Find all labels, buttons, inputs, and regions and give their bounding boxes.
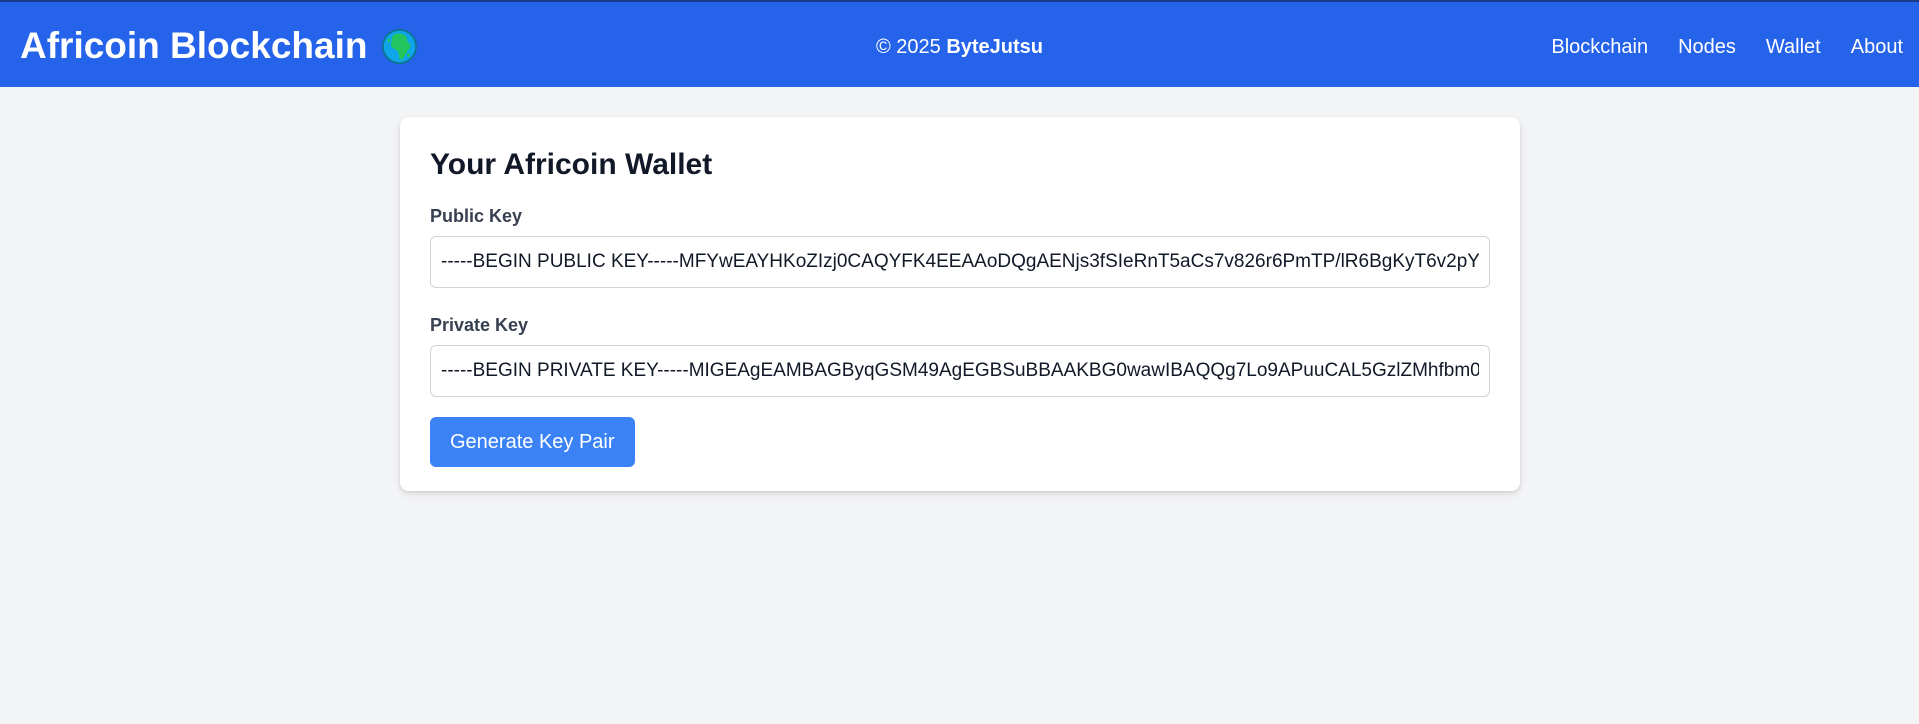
wallet-title: Your Africoin Wallet [430, 148, 713, 181]
brand-title: Africoin Blockchain [20, 25, 368, 66]
private-key-label: Private Key [430, 315, 529, 335]
wallet-card: Your Africoin Wallet Public Key Private … [400, 117, 1520, 491]
nav-link-wallet[interactable]: Wallet [1766, 35, 1821, 59]
top-navigation-bar: Africoin Blockchain © 2025 ByteJutsu Blo… [0, 0, 1919, 87]
copyright-prefix: © 2025 [875, 36, 941, 58]
public-key-label: Public Key [430, 206, 523, 226]
generate-key-pair-button[interactable]: Generate Key Pair [430, 417, 635, 467]
private-key-field[interactable] [430, 345, 1490, 397]
brand[interactable]: Africoin Blockchain [20, 24, 418, 68]
main-nav: Blockchain Nodes Wallet About [1551, 35, 1903, 59]
public-key-field[interactable] [430, 236, 1490, 288]
copyright-owner: ByteJutsu [946, 36, 1044, 58]
nav-link-nodes[interactable]: Nodes [1678, 35, 1736, 59]
nav-link-about[interactable]: About [1851, 35, 1903, 59]
nav-link-blockchain[interactable]: Blockchain [1551, 35, 1648, 59]
globe-africa-icon [382, 28, 418, 64]
